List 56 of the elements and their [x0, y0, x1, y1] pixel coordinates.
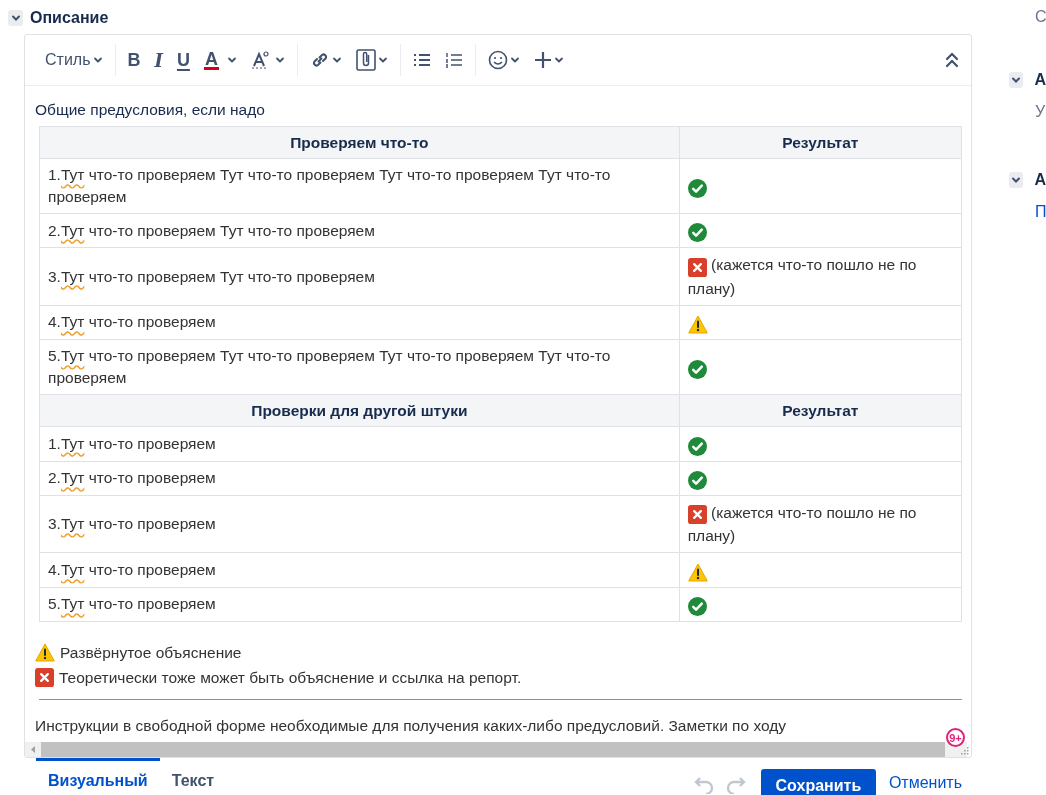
double-chevron-up-icon: [945, 52, 959, 68]
chevron-toggle[interactable]: [1009, 72, 1024, 88]
field-value: С: [1035, 8, 1046, 26]
table-cell: 4.Тут что-то проверяем: [39, 305, 680, 340]
table-cell: 5.Тут что-то проверяем Тут что-то проверяем Тут что-то проверяем Тут что-то проверяем: [39, 339, 680, 395]
numbered-list-icon: [444, 52, 463, 68]
editor-tab[interactable]: Текст: [159, 758, 227, 791]
caret-icon: [92, 55, 103, 65]
chevron-icon: [10, 13, 21, 23]
caret-icon: [377, 55, 388, 65]
underline-button[interactable]: U: [170, 45, 196, 75]
caret-icon: [553, 55, 564, 65]
section-title: Описание: [30, 9, 109, 27]
chevron-icon: [1011, 175, 1022, 185]
table-cell: 4.Тут что-то проверяем: [39, 552, 680, 588]
table-cell: 3.Тут что-то проверяем: [39, 495, 680, 553]
style-dropdown[interactable]: Стиль: [39, 45, 109, 75]
field-label: А: [1034, 171, 1046, 189]
caret-icon: [331, 55, 342, 65]
field-value: У: [1035, 103, 1046, 121]
chevron-icon: [1011, 75, 1022, 85]
color-button[interactable]: A: [197, 45, 243, 75]
caret-icon: [226, 55, 237, 65]
smiley-icon: [487, 50, 508, 70]
bullet-list-icon: [412, 52, 431, 68]
table-cell: 3.Тут что-то проверяем Тут что-то проверяем: [39, 247, 680, 306]
caret-icon: [509, 55, 520, 65]
cancel-link[interactable]: Отменить: [888, 774, 962, 793]
horizontal-scrollbar[interactable]: [25, 742, 967, 758]
bold-button[interactable]: B: [121, 45, 147, 75]
editor-tab[interactable]: Визуальный: [36, 758, 160, 791]
table-cell: 1.Тут что-то проверяем: [39, 426, 680, 462]
chevron-toggle[interactable]: [8, 10, 23, 26]
table-cell: 2.Тут что-то проверяем Тут что-то проверяем: [39, 213, 680, 248]
plus-icon: [533, 51, 552, 69]
column-header: Результат: [679, 394, 962, 427]
field-value[interactable]: П: [1035, 203, 1046, 221]
resize-grip-icon: [960, 746, 969, 756]
legend-text: Теоретически тоже может быть объяснение и ссылка на репорт.: [59, 668, 522, 687]
column-header: Проверки для другой штуки: [39, 394, 680, 427]
paperclip-icon: [355, 49, 376, 71]
field-label: А: [1034, 71, 1046, 89]
paragraph: Инструкции в свободной форме необходимые для получения каких-либо предусловий. Заметки по ходу: [35, 717, 788, 736]
table-cell: 2.Тут что-то проверяем: [39, 461, 680, 496]
legend-text: Развёрнутое объяснение: [60, 643, 242, 662]
result-cell: (кажется что-то пошло не по плану): [679, 247, 962, 306]
column-header: Результат: [679, 126, 962, 159]
table-cell: 1.Тут что-то проверяем Тут что-то проверяем Тут что-то проверяем Тут что-то проверяем: [39, 158, 680, 214]
save-button[interactable]: Сохранить: [760, 769, 876, 795]
table-cell: 5.Тут что-то проверяем: [39, 587, 680, 622]
caret-icon: [274, 55, 285, 65]
column-header: Проверяем что-то: [39, 126, 680, 159]
paragraph: Общие предусловия, если надо: [35, 100, 266, 120]
chevron-toggle[interactable]: [1009, 172, 1024, 188]
result-cell: (кажется что-то пошло не по плану): [679, 495, 962, 553]
italic-button[interactable]: I: [148, 45, 169, 75]
